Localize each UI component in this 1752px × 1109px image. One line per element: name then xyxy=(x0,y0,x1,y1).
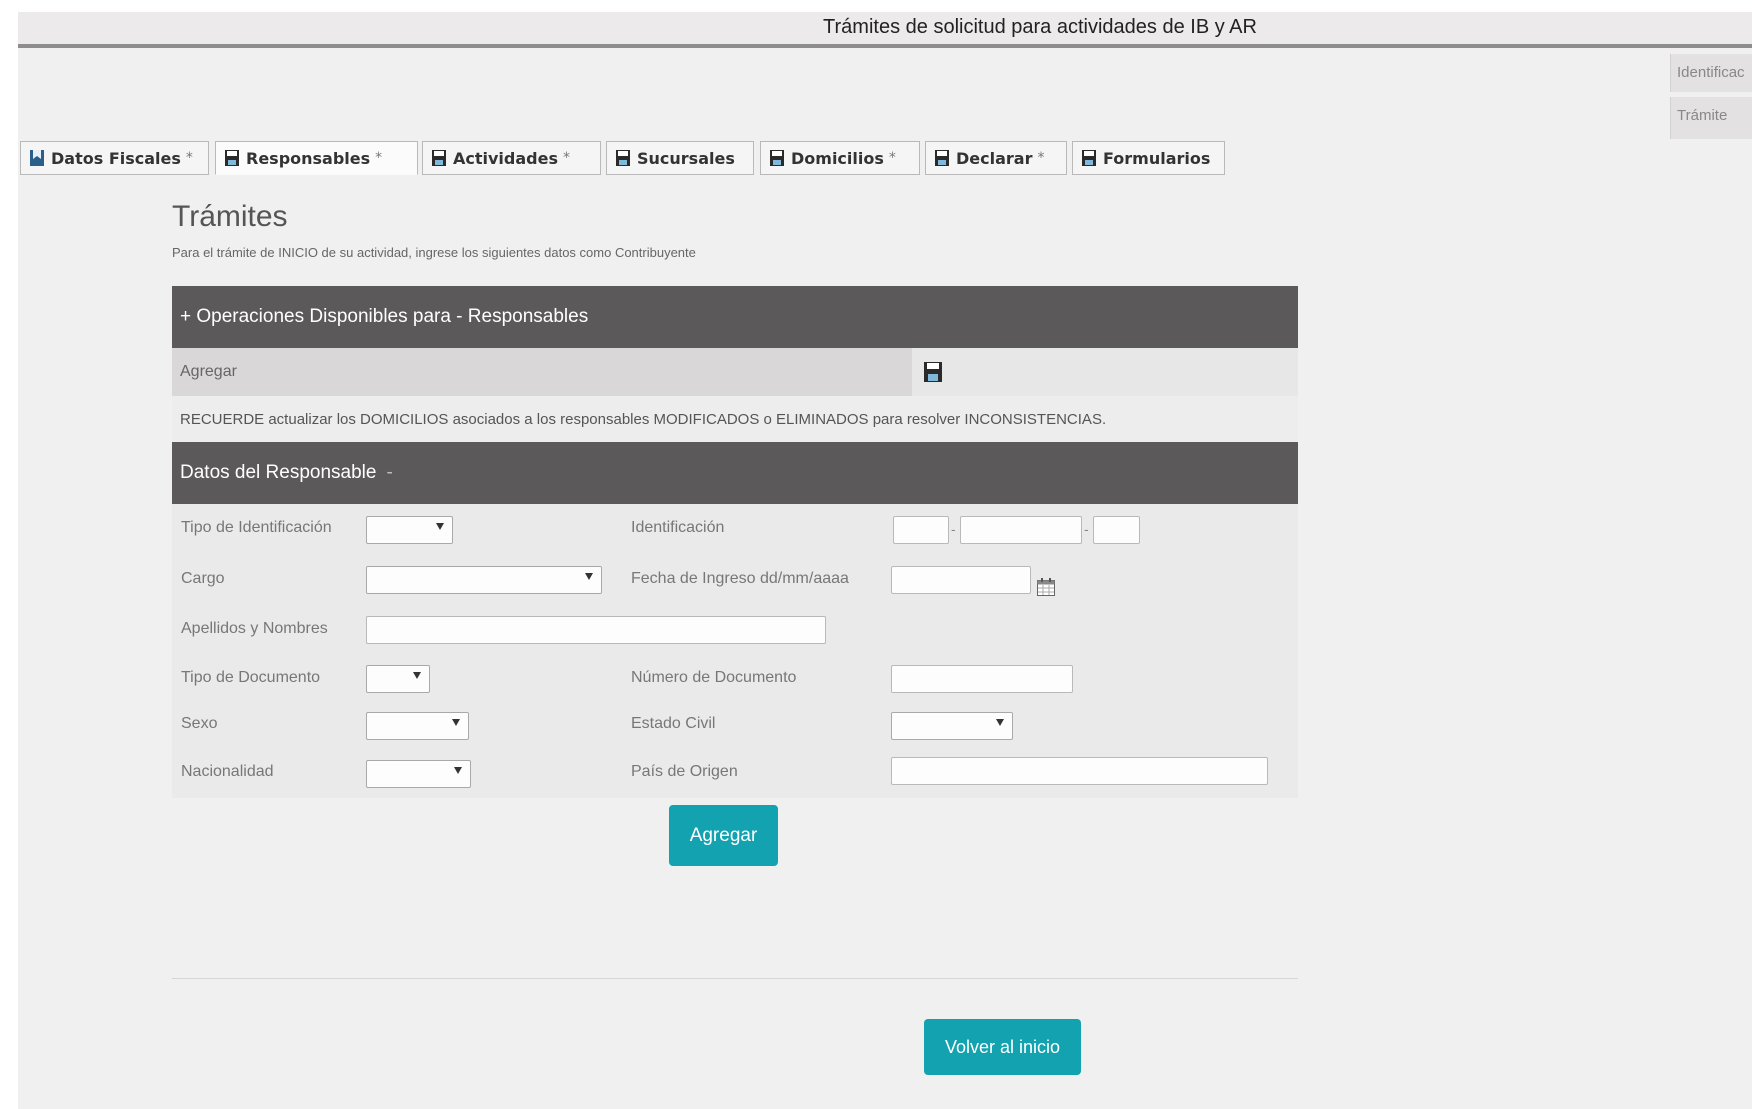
tipo-identificacion-select[interactable] xyxy=(366,516,453,544)
save-icon xyxy=(1082,150,1096,166)
section-subtitle: Para el trámite de INICIO de su activida… xyxy=(172,245,696,260)
identificacion-prefix-input[interactable] xyxy=(893,516,949,544)
apellidos-nombres-label: Apellidos y Nombres xyxy=(181,620,328,637)
cargo-label: Cargo xyxy=(181,570,225,587)
save-icon xyxy=(770,150,784,166)
responsable-panel-header[interactable]: Datos del Responsable - xyxy=(172,442,1298,504)
save-icon xyxy=(616,150,630,166)
tab-label: Actividades xyxy=(453,148,558,168)
notice-text: RECUERDE actualizar los DOMICILIOS asoci… xyxy=(172,396,1298,442)
required-marker: * xyxy=(888,150,896,166)
separator-dash: - xyxy=(951,521,956,537)
operations-panel-title: + Operaciones Disponibles para - Respons… xyxy=(180,306,589,327)
tab-label: Datos Fiscales xyxy=(51,148,181,168)
volver-inicio-button[interactable]: Volver al inicio xyxy=(924,1019,1081,1075)
required-marker: * xyxy=(375,150,383,166)
tab-label: Responsables xyxy=(246,148,371,168)
numero-documento-input[interactable] xyxy=(891,665,1073,693)
tab-domicilios[interactable]: Domicilios * xyxy=(760,141,920,175)
tipo-documento-select[interactable] xyxy=(366,665,430,693)
page-title: Trámites de solicitud para actividades d… xyxy=(823,16,1257,38)
add-row: Agregar xyxy=(172,348,1298,396)
separator-dash: - xyxy=(1084,521,1089,537)
add-label: Agregar xyxy=(172,348,912,396)
estado-civil-label: Estado Civil xyxy=(631,715,716,732)
tab-label: Sucursales xyxy=(637,148,735,168)
numero-documento-label: Número de Documento xyxy=(631,669,797,686)
title-bar: Trámites de solicitud para actividades d… xyxy=(18,12,1752,48)
required-marker: * xyxy=(1037,150,1045,166)
tab-label: Formularios xyxy=(1103,148,1211,168)
bookmark-icon xyxy=(30,150,44,166)
fecha-ingreso-input[interactable] xyxy=(891,566,1031,594)
save-icon xyxy=(432,150,446,166)
agregar-button[interactable]: Agregar xyxy=(669,805,778,866)
save-icon[interactable] xyxy=(922,360,944,384)
tab-sucursales[interactable]: Sucursales xyxy=(606,141,754,175)
pais-origen-label: País de Origen xyxy=(631,763,738,780)
responsable-form xyxy=(172,504,1298,798)
chevron-down-icon xyxy=(413,672,421,679)
nacionalidad-select[interactable] xyxy=(366,760,471,788)
side-tab-identificacion[interactable]: Identificac xyxy=(1670,54,1752,92)
required-marker: * xyxy=(563,150,570,166)
tab-declarar[interactable]: Declarar * xyxy=(925,141,1067,175)
tab-label: Domicilios xyxy=(791,148,884,168)
tab-formularios[interactable]: Formularios xyxy=(1072,141,1225,175)
sexo-label: Sexo xyxy=(181,715,218,732)
section-title: Trámites xyxy=(172,200,288,233)
chevron-down-icon xyxy=(454,767,462,774)
collapse-toggle[interactable]: - xyxy=(386,462,392,484)
operations-panel-header[interactable]: + Operaciones Disponibles para - Respons… xyxy=(172,286,1298,348)
apellidos-nombres-input[interactable] xyxy=(366,616,826,644)
tab-datos-fiscales[interactable]: Datos Fiscales * xyxy=(20,141,209,175)
tipo-documento-label: Tipo de Documento xyxy=(181,669,321,686)
fecha-ingreso-label: Fecha de Ingreso dd/mm/aaaa xyxy=(631,570,849,587)
tab-label: Declarar xyxy=(956,148,1033,168)
tab-actividades[interactable]: Actividades * xyxy=(422,141,601,175)
divider xyxy=(172,978,1298,979)
chevron-down-icon xyxy=(452,719,460,726)
identificacion-number-input[interactable] xyxy=(960,516,1082,544)
calendar-icon[interactable] xyxy=(1036,577,1056,597)
tab-responsables[interactable]: Responsables * xyxy=(215,141,418,175)
chevron-down-icon xyxy=(436,523,444,530)
side-tab-tramite[interactable]: Trámite xyxy=(1670,97,1752,139)
nacionalidad-label: Nacionalidad xyxy=(181,763,274,780)
identificacion-label: Identificación xyxy=(631,519,725,536)
chevron-down-icon xyxy=(585,573,593,580)
tipo-identificacion-label: Tipo de Identificación xyxy=(181,519,332,536)
save-icon xyxy=(225,150,239,166)
estado-civil-select[interactable] xyxy=(891,712,1013,740)
pais-origen-input[interactable] xyxy=(891,757,1268,785)
required-marker: * xyxy=(185,150,193,166)
responsable-panel-title: Datos del Responsable xyxy=(180,462,377,483)
save-icon xyxy=(935,150,949,166)
chevron-down-icon xyxy=(996,719,1004,726)
cargo-select[interactable] xyxy=(366,566,602,594)
identificacion-check-input[interactable] xyxy=(1093,516,1140,544)
sexo-select[interactable] xyxy=(366,712,469,740)
